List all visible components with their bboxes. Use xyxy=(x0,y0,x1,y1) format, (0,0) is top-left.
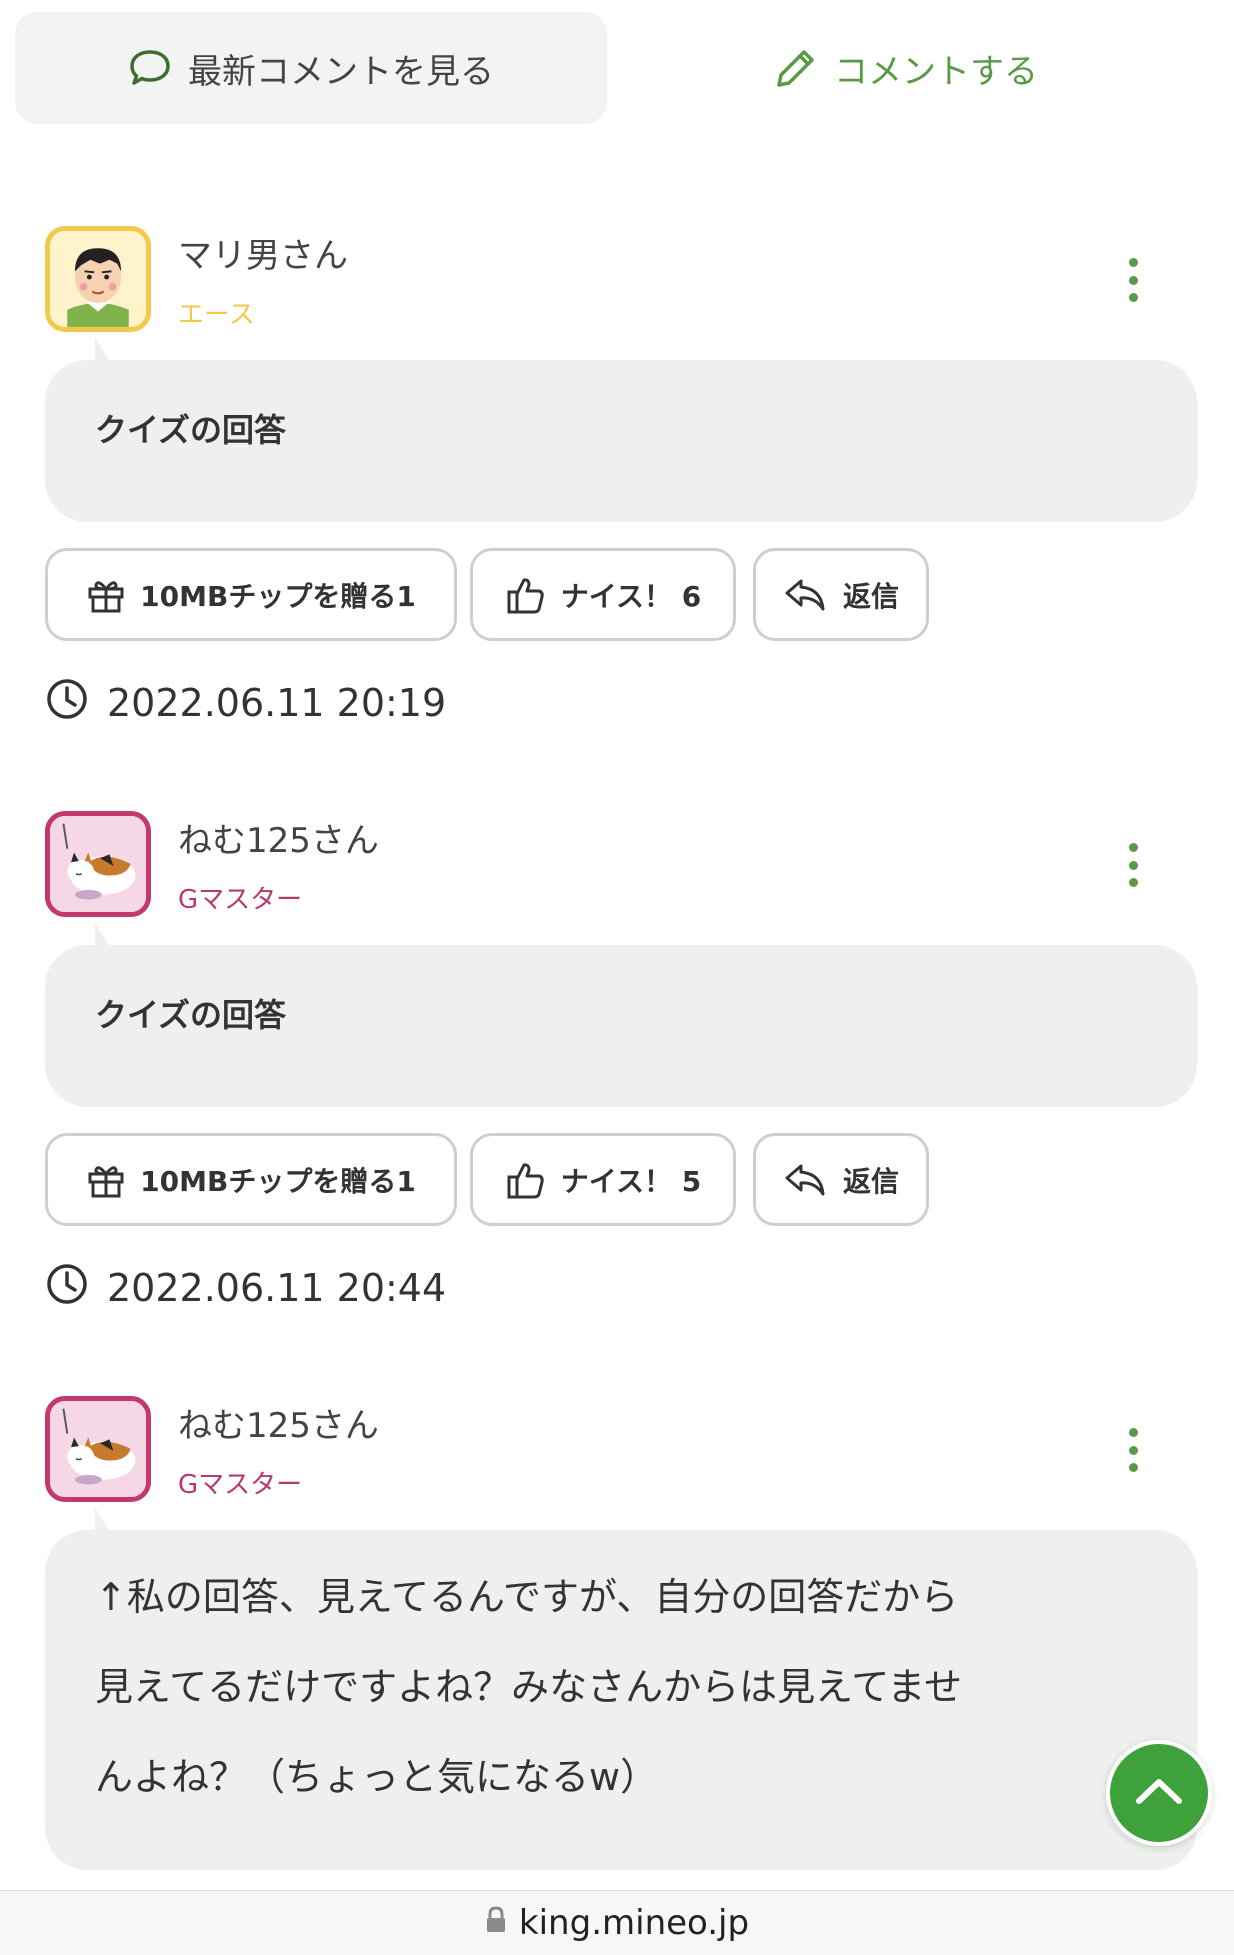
nice-button[interactable]: ナイス！ 5 xyxy=(470,1133,736,1226)
user-rank: エース xyxy=(178,300,255,330)
top-tabs: 最新コメントを見る コメントする xyxy=(15,12,1205,124)
avatar[interactable] xyxy=(45,226,151,332)
gift-icon xyxy=(86,575,126,615)
send-tip-button[interactable]: 10MBチップを贈る1 xyxy=(45,1133,457,1226)
thumbs-up-icon xyxy=(505,574,547,616)
scroll-to-top-button[interactable] xyxy=(1106,1740,1212,1846)
nice-label: ナイス！ 5 xyxy=(560,1164,702,1198)
more-options-icon[interactable] xyxy=(1123,1428,1143,1472)
url-text: king.mineo.jp xyxy=(518,1903,750,1943)
user-name[interactable]: ねむ125さん xyxy=(178,1398,379,1447)
more-options-icon[interactable] xyxy=(1123,843,1143,887)
more-options-icon[interactable] xyxy=(1123,258,1143,302)
reply-label: 返信 xyxy=(842,1164,899,1198)
user-rank: Gマスター xyxy=(178,1470,303,1500)
reply-arrow-icon xyxy=(783,1160,829,1200)
nice-label: ナイス！ 6 xyxy=(560,579,702,613)
user-name[interactable]: ねむ125さん xyxy=(178,813,379,862)
user-rank: Gマスター xyxy=(178,885,303,915)
timestamp-text: 2022.06.11 20:19 xyxy=(107,681,447,725)
nice-button[interactable]: ナイス！ 6 xyxy=(470,548,736,641)
send-tip-label: 10MBチップを贈る1 xyxy=(140,579,416,613)
page: 最新コメントを見る コメントする マリ男さん エース クイズの回答 10MBチッ… xyxy=(0,0,1234,1955)
comment-actions: 10MBチップを贈る1 ナイス！ 5 返信 xyxy=(45,1133,1197,1226)
comment-header: マリ男さん エース xyxy=(45,226,1197,334)
timestamp-text: 2022.06.11 20:44 xyxy=(107,1266,447,1310)
speech-bubble-icon xyxy=(128,48,172,88)
write-comment-tab[interactable]: コメントする xyxy=(607,12,1205,124)
reply-button[interactable]: 返信 xyxy=(753,1133,929,1226)
comment-timestamp: 2022.06.11 20:44 xyxy=(45,1263,1197,1313)
send-tip-label: 10MBチップを贈る1 xyxy=(140,1164,416,1198)
comment-bubble: クイズの回答 xyxy=(45,923,1197,1107)
reply-arrow-icon xyxy=(783,575,829,615)
clock-icon xyxy=(45,1262,89,1315)
avatar[interactable] xyxy=(45,1396,151,1502)
send-tip-button[interactable]: 10MBチップを贈る1 xyxy=(45,548,457,641)
clock-icon xyxy=(45,677,89,730)
comment-item: マリ男さん エース クイズの回答 10MBチップを贈る1 ナイス！ 6 返信 2… xyxy=(45,226,1197,728)
avatar[interactable] xyxy=(45,811,151,917)
lock-icon xyxy=(485,1903,507,1943)
comment-bubble: クイズの回答 xyxy=(45,338,1197,522)
user-name[interactable]: マリ男さん xyxy=(178,228,348,277)
comment-item: ねむ125さん Gマスター クイズの回答 10MBチップを贈る1 ナイス！ 5 … xyxy=(45,811,1197,1313)
write-comment-label: コメントする xyxy=(834,51,1038,92)
comment-timestamp: 2022.06.11 20:19 xyxy=(45,678,1197,728)
pencil-icon xyxy=(774,46,818,90)
thumbs-up-icon xyxy=(505,1159,547,1201)
browser-url-bar[interactable]: king.mineo.jp xyxy=(0,1890,1234,1955)
latest-comments-tab[interactable]: 最新コメントを見る xyxy=(15,12,607,124)
reply-button[interactable]: 返信 xyxy=(753,548,929,641)
comment-header: ねむ125さん Gマスター xyxy=(45,1396,1197,1504)
comment-header: ねむ125さん Gマスター xyxy=(45,811,1197,919)
comment-actions: 10MBチップを贈る1 ナイス！ 6 返信 xyxy=(45,548,1197,641)
comment-text: ↑私の回答、見えてるんですが、自分の回答だから 見えてるだけですよね？みなさんか… xyxy=(95,1575,963,1799)
comment-bubble: ↑私の回答、見えてるんですが、自分の回答だから 見えてるだけですよね？みなさんか… xyxy=(45,1508,1197,1870)
comment-title[interactable]: クイズの回答 xyxy=(95,405,1147,451)
comment-title[interactable]: クイズの回答 xyxy=(95,990,1147,1036)
reply-label: 返信 xyxy=(842,579,899,613)
comment-item: ねむ125さん Gマスター ↑私の回答、見えてるんですが、自分の回答だから 見え… xyxy=(45,1396,1197,1870)
chevron-up-icon xyxy=(1134,1776,1184,1810)
latest-comments-label: 最新コメントを見る xyxy=(188,51,494,92)
gift-icon xyxy=(86,1160,126,1200)
